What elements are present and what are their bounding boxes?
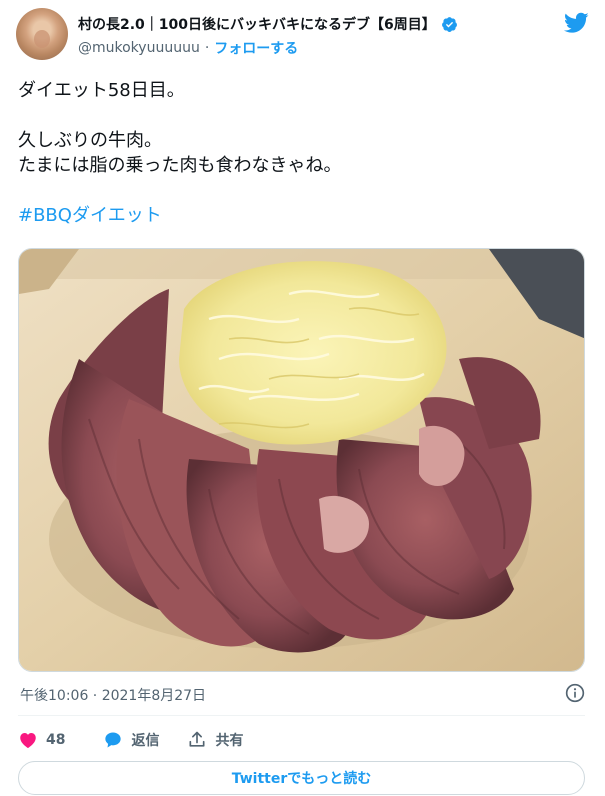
author-display-name[interactable]: 村の長2.0｜100日後にバッキバキになるデブ【6周目】 <box>78 14 436 34</box>
steak-photo-image <box>19 249 584 671</box>
tweet-line: 久しぶりの牛肉。 <box>18 130 162 151</box>
author-name-row[interactable]: 村の長2.0｜100日後にバッキバキになるデブ【6周目】 <box>78 14 458 34</box>
avatar[interactable] <box>16 8 68 60</box>
separator-dot: · <box>204 40 210 56</box>
reply-button[interactable]: 返信 <box>103 730 159 750</box>
reply-bubble-icon <box>105 732 122 748</box>
tweet-photo[interactable] <box>18 248 585 672</box>
tweet-text: ダイエット58日目。 久しぶりの牛肉。 たまには脂の乗った肉も食わなきゃね。 #… <box>18 78 588 228</box>
follow-button[interactable]: フォローする <box>214 38 298 58</box>
reply-label: 返信 <box>131 733 160 749</box>
like-count: 48 <box>46 732 66 748</box>
read-more-button[interactable]: Twitterでもっと読む <box>18 761 585 795</box>
share-label: 共有 <box>215 733 244 749</box>
like-button[interactable]: 48 <box>18 730 65 750</box>
tweet-line: たまには脂の乗った肉も食わなきゃね。 <box>18 155 342 176</box>
tweet-line: ダイエット58日目。 <box>18 80 185 101</box>
tweet-timestamp[interactable]: 午後10:06 · 2021年8月27日 <box>20 685 206 705</box>
twitter-bird-icon[interactable] <box>564 12 589 34</box>
author-handle[interactable]: @mukokyuuuuuu <box>78 40 200 56</box>
share-button[interactable]: 共有 <box>187 730 243 750</box>
author-handle-row: @mukokyuuuuuu · フォローする <box>78 38 298 58</box>
hashtag-link[interactable]: #BBQダイエット <box>18 205 162 226</box>
divider <box>18 715 585 716</box>
verified-badge-icon <box>441 16 457 32</box>
tweet-actions: 48 返信 共有 <box>18 728 271 752</box>
share-icon <box>189 731 205 747</box>
info-icon[interactable] <box>565 683 585 703</box>
heart-icon <box>20 733 36 748</box>
